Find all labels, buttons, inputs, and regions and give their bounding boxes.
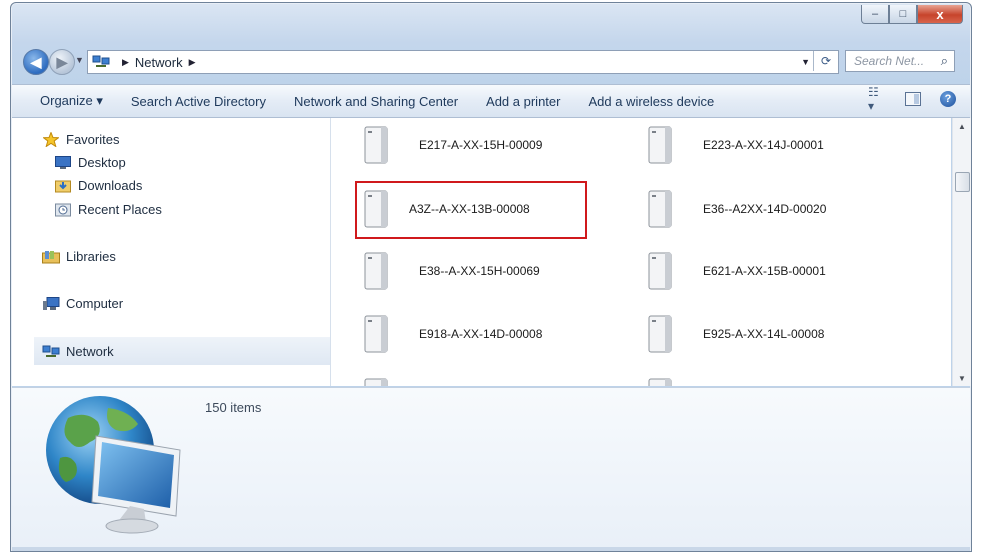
help-icon[interactable]: ? bbox=[940, 91, 956, 107]
recent-places-icon bbox=[54, 203, 72, 217]
nav-label: Favorites bbox=[66, 132, 120, 147]
address-row: ◀ ▶ ▼ ▶ Network ▶ ▼ ⟳ Search Net... ⌕ bbox=[21, 49, 961, 75]
server-icon bbox=[364, 126, 388, 164]
search-placeholder: Search Net... bbox=[854, 54, 925, 68]
file-list: E217-A-XX-15H-00009 E223-A-XX-14J-00001 … bbox=[331, 118, 951, 386]
search-input[interactable]: Search Net... ⌕ bbox=[845, 50, 955, 72]
nav-label: Libraries bbox=[66, 249, 116, 264]
search-active-directory-button[interactable]: Search Active Directory bbox=[131, 94, 266, 109]
server-icon bbox=[364, 378, 388, 386]
computer-tile[interactable]: E621-A-XX-15B-00001 bbox=[637, 248, 917, 294]
computer-tile[interactable]: E38--A-XX-15H-00069 bbox=[353, 248, 633, 294]
network-icon bbox=[42, 344, 60, 358]
vertical-scrollbar[interactable]: ▲ ▼ bbox=[952, 118, 971, 386]
computer-name: E38--A-XX-15H-00069 bbox=[419, 264, 540, 278]
breadcrumb-separator[interactable]: ▶ bbox=[189, 57, 196, 68]
computer-tile[interactable]: E918-A-XX-14D-00008 bbox=[353, 311, 633, 357]
refresh-icon[interactable]: ⟳ bbox=[813, 51, 838, 71]
command-bar: Organize ▾ Search Active Directory Netwo… bbox=[12, 84, 970, 118]
nav-label: Desktop bbox=[78, 155, 126, 170]
preview-pane-icon[interactable] bbox=[904, 91, 922, 107]
magnifier-icon[interactable]: ⌕ bbox=[941, 53, 948, 69]
libraries-icon bbox=[42, 250, 60, 264]
server-icon bbox=[648, 378, 672, 386]
nav-label: Computer bbox=[66, 296, 124, 311]
nav-network[interactable]: Network bbox=[34, 337, 330, 365]
forward-button[interactable]: ▶ bbox=[49, 49, 75, 75]
computer-tile[interactable]: E36--A2XX-14D-00020 bbox=[637, 186, 917, 232]
maximize-button[interactable]: □ bbox=[889, 5, 917, 24]
server-icon bbox=[364, 252, 388, 290]
selection-highlight-box bbox=[355, 181, 587, 239]
computer-tile-partial[interactable] bbox=[353, 374, 633, 386]
add-printer-button[interactable]: Add a printer bbox=[486, 94, 560, 109]
breadcrumb-separator[interactable]: ▶ bbox=[122, 57, 129, 68]
server-icon bbox=[364, 315, 388, 353]
computer-name: E621-A-XX-15B-00001 bbox=[703, 264, 826, 278]
scroll-down-arrow[interactable]: ▼ bbox=[953, 370, 971, 386]
nav-computer[interactable]: Computer bbox=[42, 296, 123, 311]
details-pane: 150 items bbox=[12, 387, 970, 548]
server-icon bbox=[648, 315, 672, 353]
back-button[interactable]: ◀ bbox=[23, 49, 49, 75]
nav-label: Recent Places bbox=[78, 202, 162, 217]
downloads-icon bbox=[54, 179, 72, 193]
address-history-dropdown[interactable]: ▼ bbox=[801, 57, 810, 67]
nav-label: Network bbox=[66, 343, 114, 359]
change-view-icon[interactable]: ☷ ▾ bbox=[868, 85, 886, 113]
star-icon bbox=[42, 132, 60, 147]
address-bar[interactable]: ▶ Network ▶ ▼ ⟳ bbox=[87, 50, 839, 74]
computer-name: E918-A-XX-14D-00008 bbox=[419, 327, 543, 341]
computer-tile[interactable]: E925-A-XX-14L-00008 bbox=[637, 311, 917, 357]
desktop-icon bbox=[54, 156, 72, 170]
computer-name: E36--A2XX-14D-00020 bbox=[703, 202, 827, 216]
nav-recent-places[interactable]: Recent Places bbox=[54, 202, 162, 217]
nav-libraries[interactable]: Libraries bbox=[42, 249, 116, 264]
close-button[interactable]: x bbox=[917, 5, 963, 24]
network-icon bbox=[92, 54, 110, 71]
server-icon bbox=[648, 126, 672, 164]
computer-tile-partial[interactable] bbox=[637, 374, 917, 386]
navigation-pane: Favorites Desktop Downloads Recent Place… bbox=[12, 118, 331, 386]
item-count: 150 items bbox=[205, 400, 262, 415]
caption-buttons: – □ x bbox=[861, 5, 963, 24]
scroll-up-arrow[interactable]: ▲ bbox=[953, 118, 971, 134]
computer-name: E925-A-XX-14L-00008 bbox=[703, 327, 825, 341]
computer-tile[interactable]: E223-A-XX-14J-00001 bbox=[637, 122, 917, 168]
scroll-thumb[interactable] bbox=[955, 172, 970, 192]
computer-icon bbox=[42, 296, 60, 311]
window-bottom-border bbox=[12, 547, 970, 551]
computer-name: E217-A-XX-15H-00009 bbox=[419, 138, 543, 152]
add-wireless-device-button[interactable]: Add a wireless device bbox=[588, 94, 714, 109]
nav-label: Downloads bbox=[78, 178, 143, 193]
recent-pages-dropdown[interactable]: ▼ bbox=[75, 55, 84, 65]
explorer-window: – □ x ◀ ▶ ▼ ▶ Network ▶ ▼ ⟳ Search Net..… bbox=[10, 2, 972, 552]
nav-desktop[interactable]: Desktop bbox=[54, 155, 126, 170]
minimize-button[interactable]: – bbox=[861, 5, 889, 24]
network-globe-icon bbox=[46, 396, 181, 534]
breadcrumb-network[interactable]: Network bbox=[135, 55, 183, 70]
computer-name: E223-A-XX-14J-00001 bbox=[703, 138, 824, 152]
nav-favorites[interactable]: Favorites bbox=[42, 132, 119, 147]
view-controls: ☷ ▾ ? bbox=[868, 85, 956, 113]
organize-menu[interactable]: Organize ▾ bbox=[40, 93, 103, 109]
server-icon bbox=[648, 190, 672, 228]
nav-downloads[interactable]: Downloads bbox=[54, 178, 142, 193]
computer-tile[interactable]: E217-A-XX-15H-00009 bbox=[353, 122, 633, 168]
network-sharing-center-button[interactable]: Network and Sharing Center bbox=[294, 94, 458, 109]
server-icon bbox=[648, 252, 672, 290]
